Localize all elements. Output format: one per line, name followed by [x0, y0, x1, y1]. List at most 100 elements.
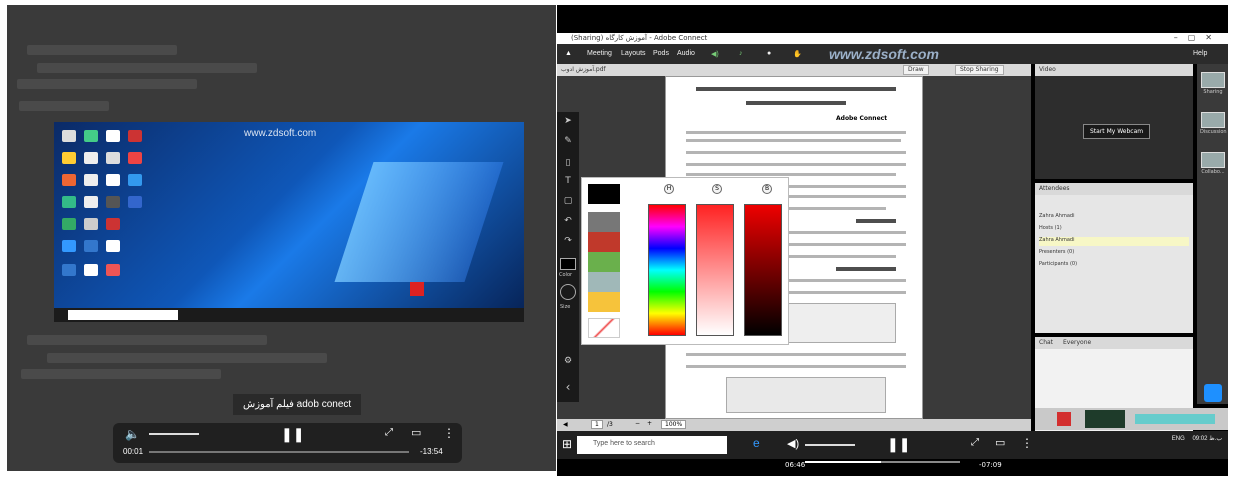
zoom-select[interactable]: 100% [661, 420, 687, 429]
menu-pods[interactable]: Pods [653, 50, 669, 57]
player-controls: 🔈 ❚❚ ⤢ ▭ ⋮ 00:01 -13:54 [113, 423, 462, 463]
zoom-out-icon[interactable]: − [635, 420, 640, 427]
windows-start-icon[interactable]: ⊞ [562, 437, 572, 451]
watermark: www.zdsoft.com [244, 128, 317, 139]
attendees-pod-header: Attendees [1035, 183, 1193, 195]
settings-icon[interactable]: ⚙ [562, 356, 574, 368]
color-swatch[interactable] [588, 212, 620, 232]
attendees-title: Attendees [1039, 185, 1070, 192]
remaining-time: -07:09 [979, 461, 1002, 469]
more-icon[interactable]: ⋮ [1021, 436, 1033, 450]
shape-icon[interactable]: ▢ [562, 196, 574, 208]
edge-icon[interactable]: e [753, 436, 760, 450]
layout-sharing[interactable]: Sharing [1200, 72, 1226, 95]
hue-slider[interactable] [648, 204, 686, 336]
color-swatch[interactable] [588, 232, 620, 252]
overlay-button[interactable] [1204, 384, 1222, 402]
tray-clock: 09:02 ب.ظ [1192, 436, 1222, 442]
volume-slider[interactable] [149, 433, 199, 435]
attendees-pod: Attendees Zahra Ahmadi Hosts (1) Zahra A… [1035, 183, 1193, 333]
taskbar-search[interactable]: Type here to search [577, 436, 727, 454]
color-swatch[interactable] [588, 292, 620, 312]
brightness-slider[interactable] [744, 204, 782, 336]
nav-prev-icon[interactable]: ◀ [563, 421, 568, 428]
video-title-tooltip: فیلم آموزش adob conect [233, 394, 362, 415]
attendee-group-presenters[interactable]: Presenters (0) [1039, 249, 1189, 258]
saturation-label: S [712, 184, 722, 194]
elapsed-time: 06:46 [785, 461, 806, 469]
stop-sharing-button[interactable]: Stop Sharing [955, 65, 1004, 75]
menu-layouts[interactable]: Layouts [621, 50, 646, 57]
volume-icon[interactable]: 🔈 [125, 427, 140, 441]
help-menu[interactable]: Help [1193, 50, 1207, 57]
watermark: www.zdsoft.com [829, 46, 939, 62]
collapse-icon[interactable]: ‹ [562, 380, 574, 394]
attendee-row-highlighted[interactable]: Zahra Ahmadi [1039, 237, 1189, 246]
chat-pod-header: Chat Everyone [1035, 337, 1193, 349]
fullscreen-icon[interactable]: ⤢ [971, 437, 979, 448]
color-label: Color [559, 272, 573, 278]
video-pod-header: Video [1035, 64, 1193, 76]
start-webcam-button[interactable]: Start My Webcam [1083, 124, 1151, 139]
fullscreen-icon[interactable]: ⤢ [385, 427, 393, 438]
desktop-screenshot: www.zdsoft.com [54, 122, 524, 322]
no-color-swatch[interactable] [588, 318, 620, 338]
color-picker: H S B [581, 177, 789, 345]
color-swatch[interactable] [588, 252, 620, 272]
remaining-time: -13:54 [420, 447, 443, 456]
attendee-row[interactable]: Zahra Ahmadi [1039, 213, 1189, 222]
layout-discussion[interactable]: Discussion [1200, 112, 1227, 135]
chat-title: Chat [1039, 339, 1054, 346]
menu-meeting[interactable]: Meeting [587, 50, 612, 57]
mic-icon[interactable]: ♪ [739, 50, 743, 57]
highlighter-icon[interactable]: ▯ [562, 158, 574, 170]
menubar: ▲ Meeting Layouts Pods Audio ◀) ♪ ● ✋ ww… [557, 44, 1228, 64]
draw-toolbar: ➤ ✎ ▯ T ▢ ↶ ↷ Color Size ⚙ ‹ [557, 112, 579, 402]
speaker-icon[interactable]: ◀) [711, 50, 719, 58]
pip-icon[interactable]: ▭ [411, 426, 421, 439]
share-pod-title: آموزش ادوب.pdf [561, 66, 606, 73]
attendee-group-hosts[interactable]: Hosts (1) [1039, 225, 1189, 234]
webcam-icon[interactable]: ● [767, 50, 771, 57]
hue-label: H [664, 184, 674, 194]
window-titlebar: (Sharing) آموزش کارگاه - Adobe Connect –… [557, 33, 1228, 44]
draw-button[interactable]: Draw [903, 65, 929, 75]
color-swatch[interactable] [588, 184, 620, 204]
color-swatch[interactable] [588, 272, 620, 292]
share-pod: آموزش ادوب.pdf Draw Stop Sharing Adobe C… [557, 64, 1031, 431]
progress-bar[interactable] [805, 461, 960, 463]
hand-icon[interactable]: ✋ [793, 50, 802, 58]
undo-icon[interactable]: ↶ [562, 216, 574, 228]
volume-icon[interactable]: ◀) [787, 437, 799, 450]
progress-bar[interactable] [149, 451, 409, 453]
pause-icon[interactable]: ❚❚ [887, 436, 910, 453]
pause-icon[interactable]: ❚❚ [281, 426, 304, 443]
layout-collaboration[interactable]: Collabo... [1200, 152, 1226, 175]
left-video-player: www.zdsoft.com فیلم آموزش adob conect � [7, 5, 556, 471]
video-pod-title: Video [1039, 66, 1056, 73]
more-icon[interactable]: ⋮ [443, 426, 455, 440]
adobe-logo: ▲ [565, 50, 572, 57]
volume-slider[interactable] [805, 444, 855, 446]
page-total: /3 [607, 421, 613, 428]
pip-icon[interactable]: ▭ [995, 436, 1005, 449]
marker-icon[interactable]: ✎ [562, 136, 574, 148]
text-icon[interactable]: T [562, 176, 574, 188]
page-input[interactable]: 1 [591, 420, 603, 429]
saturation-slider[interactable] [696, 204, 734, 336]
window-controls[interactable]: –▢✕ [1174, 33, 1222, 42]
system-tray: ENG 09:02 ب.ظ [1172, 435, 1222, 442]
redo-icon[interactable]: ↷ [562, 236, 574, 248]
zoom-in-icon[interactable]: + [647, 420, 652, 427]
window-title: (Sharing) آموزش کارگاه - Adobe Connect [571, 34, 708, 42]
pointer-icon[interactable]: ➤ [562, 116, 574, 128]
share-pod-header: آموزش ادوب.pdf Draw Stop Sharing [557, 64, 1031, 76]
menu-audio[interactable]: Audio [677, 50, 695, 57]
right-video-player: (Sharing) آموزش کارگاه - Adobe Connect –… [557, 5, 1228, 476]
attendee-group-participants[interactable]: Participants (0) [1039, 261, 1189, 270]
video-pod: Video Start My Webcam [1035, 64, 1193, 179]
chat-subtitle: Everyone [1063, 339, 1092, 346]
doc-heading: Adobe Connect [836, 115, 888, 122]
tray-language[interactable]: ENG [1172, 436, 1185, 442]
layouts-bar: Sharing Discussion Collabo... [1197, 64, 1228, 404]
